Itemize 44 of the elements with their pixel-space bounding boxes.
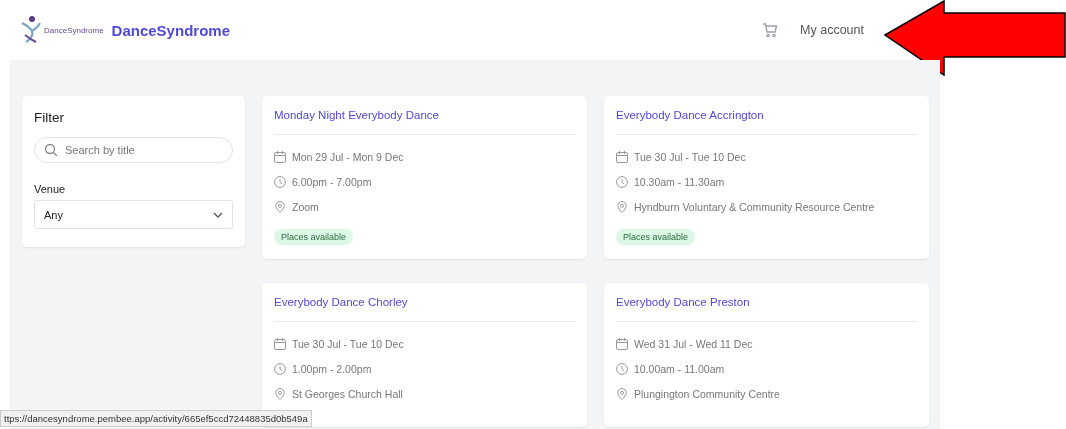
clock-icon: [616, 176, 628, 188]
availability-badge: Places available: [616, 229, 696, 245]
calendar-icon: [616, 151, 628, 163]
activity-title[interactable]: Everybody Dance Chorley: [274, 296, 575, 308]
activity-time: 6.00pm - 7.00pm: [292, 176, 372, 188]
my-account-link[interactable]: My account: [800, 23, 864, 37]
location-pin-icon: [274, 388, 286, 400]
activity-card[interactable]: Everybody Dance Accrington Tue 30 Jul - Tue 10 Dec 10.30am - 11.30am Hyndburn Voluntary & Community Resource Centre Places available: [604, 96, 929, 259]
activity-dates: Wed 31 Jul - Wed 11 Dec: [634, 338, 753, 350]
logo-text: DanceSyndrome: [44, 25, 104, 35]
clock-icon: [274, 363, 286, 375]
cart-icon[interactable]: [762, 22, 779, 38]
activity-time: 10.00am - 11.00am: [634, 363, 725, 375]
status-bar-url: ttps://dancesyndrome.pembee.app/activity/665ef5ccd72448835d0b549a: [0, 410, 312, 427]
activity-card[interactable]: Monday Night Everybody Dance Mon 29 Jul - Mon 9 Dec 6.00pm - 7.00pm Zoom Places available: [262, 96, 587, 259]
activity-card[interactable]: Everybody Dance Preston Wed 31 Jul - Wed 11 Dec 10.00am - 11.00am Plungington Community Centre: [604, 283, 929, 427]
activity-title[interactable]: Monday Night Everybody Dance: [274, 109, 575, 121]
calendar-icon: [616, 338, 628, 350]
availability-badge: Places available: [274, 229, 354, 245]
activity-time: 10.30am - 11.30am: [634, 176, 725, 188]
activity-time: 1.00pm - 2.00pm: [292, 363, 372, 375]
location-pin-icon: [616, 388, 628, 400]
activity-dates: Tue 30 Jul - Tue 10 Dec: [634, 151, 746, 163]
venue-label: Venue: [34, 183, 67, 195]
activity-venue: St Georges Church Hall: [292, 388, 403, 400]
activity-dates: Mon 29 Jul - Mon 9 Dec: [292, 151, 404, 163]
clock-icon: [274, 176, 286, 188]
dancer-logo-icon: [20, 15, 42, 45]
calendar-icon: [274, 338, 286, 350]
location-pin-icon: [274, 201, 286, 213]
activity-venue: Hyndburn Voluntary & Community Resource Centre: [634, 201, 875, 213]
filter-title: Filter: [34, 110, 65, 125]
activity-venue: Plungington Community Centre: [634, 388, 780, 400]
activity-title[interactable]: Everybody Dance Accrington: [616, 109, 917, 121]
venue-dropdown[interactable]: Any: [34, 200, 233, 229]
search-field[interactable]: Search by title: [34, 137, 233, 163]
activity-venue: Zoom: [292, 201, 319, 213]
activity-dates: Tue 30 Jul - Tue 10 Dec: [292, 338, 404, 350]
brand-name[interactable]: DanceSyndrome: [111, 21, 230, 39]
location-pin-icon: [616, 201, 628, 213]
clock-icon: [616, 363, 628, 375]
calendar-icon: [274, 151, 286, 163]
activity-title[interactable]: Everybody Dance Preston: [616, 296, 917, 308]
chevron-down-icon: [213, 211, 223, 218]
